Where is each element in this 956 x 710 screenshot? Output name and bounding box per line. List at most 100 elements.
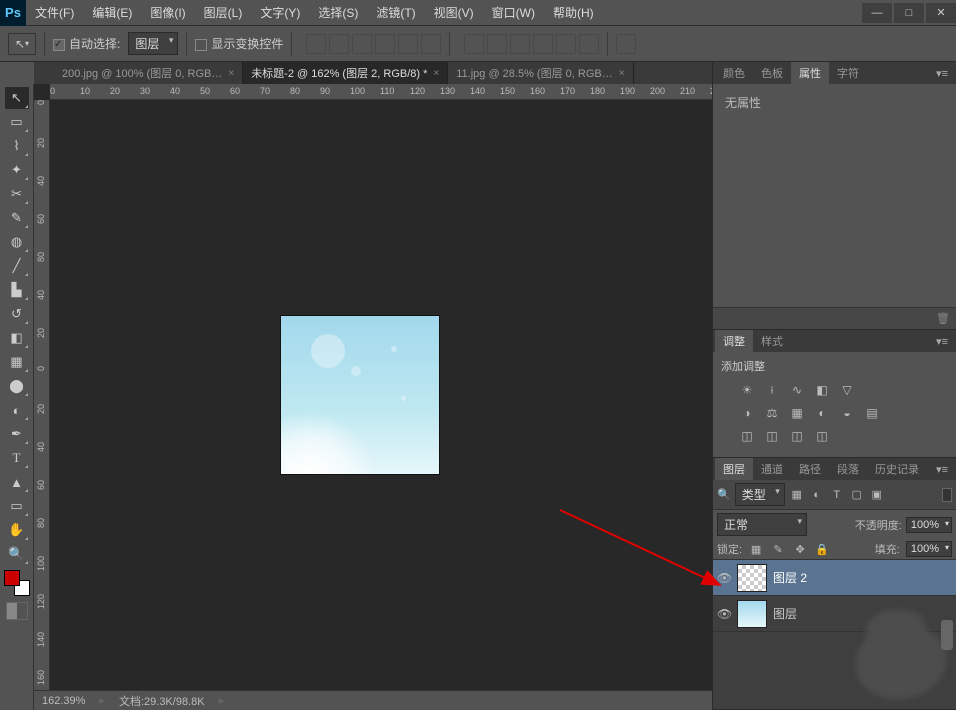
- show-transform-checkbox[interactable]: 显示变换控件: [195, 35, 283, 52]
- fg-color-swatch[interactable]: [4, 570, 20, 586]
- dodge-tool[interactable]: ◐: [5, 399, 29, 421]
- canvas[interactable]: [50, 100, 712, 690]
- exposure-icon[interactable]: ◧: [811, 380, 833, 400]
- blur-tool[interactable]: ⬤: [5, 375, 29, 397]
- menu-window[interactable]: 窗口(W): [483, 0, 544, 26]
- close-icon[interactable]: ×: [228, 68, 234, 79]
- fill-input[interactable]: 100%: [906, 541, 952, 557]
- align-top-icon[interactable]: [306, 34, 326, 54]
- shape-tool[interactable]: ▭: [5, 495, 29, 517]
- layer-thumbnail[interactable]: [737, 600, 767, 628]
- gradient-tool[interactable]: ▦: [5, 351, 29, 373]
- close-icon[interactable]: ×: [433, 68, 439, 79]
- lock-transparent-icon[interactable]: ▦: [748, 541, 764, 557]
- filter-type-icon[interactable]: T: [829, 487, 845, 503]
- color-lookup-icon[interactable]: ▦: [786, 403, 808, 423]
- lock-position-icon[interactable]: ✥: [792, 541, 808, 557]
- tab-character[interactable]: 字符: [829, 62, 867, 84]
- visibility-toggle[interactable]: 👁: [717, 607, 731, 621]
- tab-paragraph[interactable]: 段落: [829, 458, 867, 480]
- auto-select-mode-dropdown[interactable]: 图层: [128, 32, 178, 55]
- menu-help[interactable]: 帮助(H): [544, 0, 603, 26]
- menu-file[interactable]: 文件(F): [26, 0, 83, 26]
- type-tool[interactable]: T: [5, 447, 29, 469]
- move-tool[interactable]: ↖: [5, 87, 29, 109]
- zoom-tool[interactable]: 🔍: [5, 543, 29, 565]
- layer-thumbnail[interactable]: [737, 564, 767, 592]
- curves-icon[interactable]: ∿: [786, 380, 808, 400]
- align-vmid-icon[interactable]: [329, 34, 349, 54]
- distribute-vmid-icon[interactable]: [487, 34, 507, 54]
- visibility-toggle[interactable]: 👁: [717, 571, 731, 585]
- 3d-mode-icon[interactable]: [616, 34, 636, 54]
- doc-tab-1[interactable]: 未标题-2 @ 162% (图层 2, RGB/8) *×: [243, 62, 448, 84]
- tab-paths[interactable]: 路径: [791, 458, 829, 480]
- tab-channels[interactable]: 通道: [753, 458, 791, 480]
- levels-icon[interactable]: ⟊: [761, 380, 783, 400]
- tool-preset-picker[interactable]: ↖▾: [8, 33, 36, 55]
- scrollbar[interactable]: [941, 620, 953, 650]
- blend-mode-dropdown[interactable]: 正常: [717, 513, 807, 536]
- menu-select[interactable]: 选择(S): [309, 0, 367, 26]
- close-button[interactable]: ✕: [926, 3, 956, 23]
- adj-20-icon[interactable]: ◫: [811, 426, 833, 446]
- adj-17-icon[interactable]: ◫: [736, 426, 758, 446]
- layer-name[interactable]: 图层 2: [773, 569, 807, 586]
- align-left-icon[interactable]: [375, 34, 395, 54]
- tab-color[interactable]: 颜色: [715, 62, 753, 84]
- tab-properties[interactable]: 属性: [791, 62, 829, 84]
- invert-icon[interactable]: ◐: [811, 403, 833, 423]
- panel-menu-icon[interactable]: ▾≡: [930, 67, 954, 80]
- crop-tool[interactable]: ✂: [5, 183, 29, 205]
- layer-name[interactable]: 图层: [773, 605, 797, 622]
- magic-wand-tool[interactable]: ✦: [5, 159, 29, 181]
- photo-filter-icon[interactable]: ◑: [736, 403, 758, 423]
- hue-icon[interactable]: [861, 380, 883, 400]
- eraser-tool[interactable]: ◧: [5, 327, 29, 349]
- panel-menu-icon[interactable]: ▾≡: [930, 463, 954, 476]
- lock-pixels-icon[interactable]: ✎: [770, 541, 786, 557]
- layer-row-0[interactable]: 👁 图层 2: [713, 560, 956, 596]
- path-select-tool[interactable]: ▲: [5, 471, 29, 493]
- posterize-icon[interactable]: ◒: [836, 403, 858, 423]
- filter-adjust-icon[interactable]: ◐: [809, 487, 825, 503]
- history-brush-tool[interactable]: ↺: [5, 303, 29, 325]
- adj-19-icon[interactable]: ◫: [786, 426, 808, 446]
- zoom-level[interactable]: 162.39%: [42, 695, 85, 707]
- doc-tab-0[interactable]: 200.jpg @ 100% (图层 0, RGB…×: [54, 62, 243, 84]
- marquee-tool[interactable]: ▭: [5, 111, 29, 133]
- align-right-icon[interactable]: [421, 34, 441, 54]
- distribute-hmid-icon[interactable]: [556, 34, 576, 54]
- tab-swatches[interactable]: 色板: [753, 62, 791, 84]
- filter-pixel-icon[interactable]: ▦: [789, 487, 805, 503]
- healing-brush-tool[interactable]: ◍: [5, 231, 29, 253]
- menu-image[interactable]: 图像(I): [141, 0, 194, 26]
- tab-history[interactable]: 历史记录: [867, 458, 927, 480]
- filter-type-dropdown[interactable]: 类型: [735, 483, 785, 506]
- trash-icon[interactable]: 🗑: [936, 312, 950, 325]
- balance-icon[interactable]: [886, 380, 908, 400]
- align-bottom-icon[interactable]: [352, 34, 372, 54]
- distribute-right-icon[interactable]: [579, 34, 599, 54]
- filter-smart-icon[interactable]: ▣: [869, 487, 885, 503]
- doc-tab-2[interactable]: 11.jpg @ 28.5% (图层 0, RGB…×: [448, 62, 633, 84]
- maximize-button[interactable]: □: [894, 3, 924, 23]
- tab-layers[interactable]: 图层: [715, 458, 753, 480]
- filter-toggle[interactable]: [942, 488, 952, 502]
- color-swatches[interactable]: [4, 570, 30, 596]
- menu-filter[interactable]: 滤镜(T): [367, 0, 424, 26]
- brush-tool[interactable]: ╱: [5, 255, 29, 277]
- opacity-input[interactable]: 100%: [906, 517, 952, 533]
- eyedropper-tool[interactable]: ✎: [5, 207, 29, 229]
- channel-mixer-icon[interactable]: ⚖: [761, 403, 783, 423]
- adj-18-icon[interactable]: ◫: [761, 426, 783, 446]
- distribute-bottom-icon[interactable]: [510, 34, 530, 54]
- brightness-icon[interactable]: ☀: [736, 380, 758, 400]
- auto-select-checkbox[interactable]: 自动选择:: [53, 35, 120, 52]
- pen-tool[interactable]: ✒: [5, 423, 29, 445]
- tab-styles[interactable]: 样式: [753, 330, 791, 352]
- threshold-icon[interactable]: ▤: [861, 403, 883, 423]
- distribute-top-icon[interactable]: [464, 34, 484, 54]
- horizontal-ruler[interactable]: 0102030405060708090100110120130140150160…: [50, 84, 712, 100]
- lasso-tool[interactable]: ⌇: [5, 135, 29, 157]
